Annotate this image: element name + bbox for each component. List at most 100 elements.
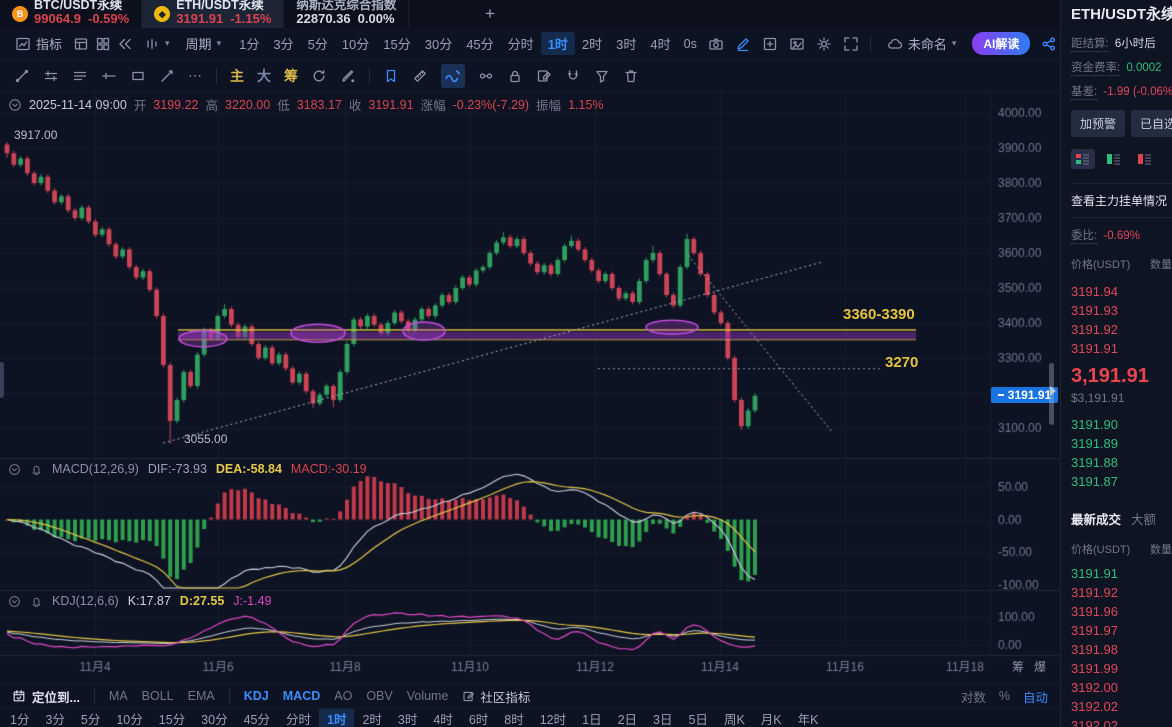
axis-button[interactable]: 筹 bbox=[1012, 658, 1024, 675]
trades-tab[interactable]: 最新成交 bbox=[1071, 509, 1121, 528]
axis-expand-arrow-icon[interactable] bbox=[1050, 386, 1056, 396]
add-ticker-tab-button[interactable]: + bbox=[470, 0, 510, 27]
trade-row[interactable]: 3191.97 bbox=[1071, 621, 1172, 640]
book-mode-combined-icon[interactable] bbox=[1071, 149, 1095, 169]
trade-row[interactable]: 3192.02 bbox=[1071, 697, 1172, 716]
horizontal-ray-icon[interactable] bbox=[101, 68, 117, 84]
timeframe-button[interactable]: 分时 bbox=[501, 32, 541, 55]
bottom-timeframe-button[interactable]: 30分 bbox=[193, 709, 235, 727]
layout-grid-icon[interactable] bbox=[95, 36, 111, 52]
timeframe-button[interactable]: 2时 bbox=[575, 32, 609, 55]
ask-row[interactable]: 3191.91 bbox=[1071, 339, 1172, 358]
rectangle-tool-icon[interactable] bbox=[130, 68, 146, 84]
sub-indicator-button[interactable]: KDJ bbox=[244, 689, 269, 703]
chart-style-button[interactable]: ▾ bbox=[139, 34, 175, 54]
replay-icon[interactable] bbox=[117, 36, 133, 52]
bid-row[interactable]: 3191.90 bbox=[1071, 415, 1172, 434]
trade-row[interactable]: 3191.99 bbox=[1071, 659, 1172, 678]
macd-title[interactable]: MACD(12,26,9) bbox=[52, 462, 139, 476]
trade-row[interactable]: 3192.00 bbox=[1071, 678, 1172, 697]
timeframe-button[interactable]: 45分 bbox=[459, 32, 500, 55]
indicator-button[interactable]: 指标 bbox=[10, 32, 67, 55]
fullscreen-icon[interactable] bbox=[843, 36, 859, 52]
bottom-timeframe-button[interactable]: 3日 bbox=[645, 709, 680, 727]
ask-row[interactable]: 3191.92 bbox=[1071, 320, 1172, 339]
bid-row[interactable]: 3191.88 bbox=[1071, 453, 1172, 472]
bottom-timeframe-button[interactable]: 1时 bbox=[319, 709, 354, 727]
bottom-timeframe-button[interactable]: 年K bbox=[790, 709, 827, 727]
timeframe-button[interactable]: 3时 bbox=[609, 32, 643, 55]
trade-row[interactable]: 3191.96 bbox=[1071, 602, 1172, 621]
bottom-timeframe-button[interactable]: 45分 bbox=[236, 709, 278, 727]
lock-icon[interactable] bbox=[507, 68, 523, 84]
note-edit-icon[interactable] bbox=[536, 68, 552, 84]
bookmark-icon[interactable] bbox=[383, 68, 399, 84]
bid-row[interactable]: 3191.89 bbox=[1071, 434, 1172, 453]
trade-row[interactable]: 3191.98 bbox=[1071, 640, 1172, 659]
trade-row[interactable]: 3191.91 bbox=[1071, 564, 1172, 583]
community-indicators-button[interactable]: 社区指标 bbox=[462, 687, 530, 706]
settings-gear-icon[interactable] bbox=[816, 36, 832, 52]
overlay-indicator-button[interactable]: BOLL bbox=[142, 689, 174, 703]
bottom-timeframe-button[interactable]: 5日 bbox=[680, 709, 715, 727]
bottom-timeframe-button[interactable]: 6时 bbox=[461, 709, 496, 727]
view-main-orders-link[interactable]: 查看主力挂单情况 bbox=[1071, 183, 1172, 218]
bottom-timeframe-button[interactable]: 4时 bbox=[425, 709, 460, 727]
trash-icon[interactable] bbox=[623, 68, 639, 84]
chips-distribution-button[interactable]: 筹 bbox=[284, 66, 298, 86]
alert-bell-icon[interactable] bbox=[30, 463, 43, 476]
bottom-timeframe-button[interactable]: 月K bbox=[753, 709, 790, 727]
ask-row[interactable]: 3191.94 bbox=[1071, 282, 1172, 301]
image-export-icon[interactable] bbox=[789, 36, 805, 52]
timeframe-button[interactable]: 30分 bbox=[418, 32, 459, 55]
filter-funnel-icon[interactable] bbox=[594, 68, 610, 84]
trend-line-icon[interactable] bbox=[14, 68, 30, 84]
kdj-title[interactable]: KDJ(12,6,6) bbox=[52, 594, 119, 608]
parallel-lines-icon[interactable] bbox=[43, 68, 59, 84]
brush-icon[interactable] bbox=[340, 68, 356, 84]
layout-save-button[interactable]: 未命名 ▾ bbox=[882, 32, 962, 55]
timeframe-button[interactable]: 1时 bbox=[541, 32, 575, 55]
pattern-tool-icon[interactable] bbox=[478, 68, 494, 84]
collapse-chevron-icon[interactable] bbox=[8, 98, 22, 112]
log-scale-button[interactable]: 对数 bbox=[961, 687, 986, 706]
bottom-timeframe-button[interactable]: 2时 bbox=[354, 709, 389, 727]
wave-drawing-tool-icon[interactable] bbox=[441, 64, 465, 88]
add-alert-button[interactable]: 加预警 bbox=[1071, 110, 1125, 137]
camera-icon[interactable] bbox=[708, 36, 724, 52]
overlay-indicator-button[interactable]: EMA bbox=[188, 689, 215, 703]
timeframe-button[interactable]: 1分 bbox=[232, 32, 266, 55]
trade-row[interactable]: 3191.92 bbox=[1071, 583, 1172, 602]
watchlist-button[interactable]: 已自选 bbox=[1131, 110, 1172, 137]
more-tools-icon[interactable]: ⋯ bbox=[188, 67, 203, 84]
bottom-timeframe-button[interactable]: 2日 bbox=[610, 709, 645, 727]
timeframe-button[interactable]: 4时 bbox=[643, 32, 677, 55]
timeframe-button[interactable]: 15分 bbox=[376, 32, 417, 55]
alert-bell-icon[interactable] bbox=[30, 595, 43, 608]
bottom-timeframe-button[interactable]: 12时 bbox=[532, 709, 574, 727]
draw-pencil-icon[interactable] bbox=[735, 36, 751, 52]
trades-tab[interactable]: 大额 bbox=[1131, 509, 1156, 528]
collapse-chevron-icon[interactable] bbox=[8, 463, 21, 476]
timeframe-button[interactable]: 3分 bbox=[266, 32, 300, 55]
period-dropdown[interactable]: 周期 ▾ bbox=[181, 32, 227, 55]
timeframe-button[interactable]: 10分 bbox=[335, 32, 376, 55]
ticker-tab[interactable]: 纳斯达克综合指数 22870.36 0.00% bbox=[284, 0, 409, 28]
magnet-icon[interactable] bbox=[565, 68, 581, 84]
add-panel-icon[interactable] bbox=[762, 36, 778, 52]
bid-row[interactable]: 3191.87 bbox=[1071, 472, 1172, 491]
overlay-indicator-button[interactable]: MA bbox=[109, 689, 128, 703]
main-chart-button[interactable]: 主 bbox=[230, 66, 244, 86]
bottom-timeframe-button[interactable]: 10分 bbox=[108, 709, 150, 727]
left-panel-handle[interactable] bbox=[0, 362, 4, 398]
book-mode-asks-icon[interactable] bbox=[1133, 149, 1157, 169]
bottom-timeframe-button[interactable]: 8时 bbox=[496, 709, 531, 727]
large-view-button[interactable]: 大 bbox=[257, 66, 271, 86]
template-icon[interactable] bbox=[73, 36, 89, 52]
ticker-tab[interactable]: B BTC/USDT永续 99064.9 -0.59% bbox=[0, 0, 142, 28]
horizontal-lines-icon[interactable] bbox=[72, 68, 88, 84]
axis-button[interactable]: 爆 bbox=[1034, 658, 1046, 675]
locate-button[interactable]: 定位到... bbox=[12, 687, 80, 706]
bottom-timeframe-button[interactable]: 1日 bbox=[574, 709, 609, 727]
book-mode-bids-icon[interactable] bbox=[1102, 149, 1126, 169]
